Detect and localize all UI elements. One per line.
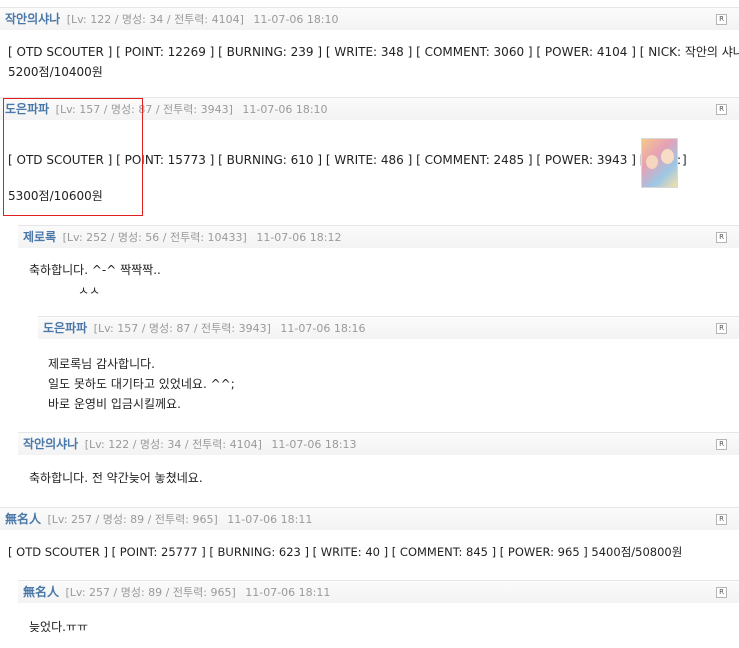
comment-author[interactable]: 제로록 xyxy=(23,230,56,244)
comment-body: 제로록님 감사합니다. 일도 못하도 대기타고 있었네요. ^^; 바로 운영비… xyxy=(48,354,235,414)
comment-line: 5300점/10600원 xyxy=(8,189,103,203)
comment-header: 無名人 [Lv: 257 / 명성: 89 / 전투력: 965] 11-07-… xyxy=(18,580,739,603)
comment-body: [ OTD SCOUTER ] [ POINT: 12269 ] [ BURNI… xyxy=(8,42,739,82)
comment-line: 축하합니다. ^-^ 짝짝짝.. xyxy=(29,263,161,277)
comment-author[interactable]: 도은파파 xyxy=(43,321,87,335)
comment-author[interactable]: 도은파파 xyxy=(5,102,49,116)
comment-date: 11-07-06 18:12 xyxy=(256,231,342,244)
reply-button[interactable]: R xyxy=(716,439,727,450)
comment-author[interactable]: 無名人 xyxy=(5,512,41,526)
author-stats: [Lv: 257 / 명성: 89 / 전투력: 965] xyxy=(47,513,218,526)
comment-line: 5200점/10400원 xyxy=(8,65,103,79)
author-stats: [Lv: 257 / 명성: 89 / 전투력: 965] xyxy=(65,586,236,599)
comment-body: 축하합니다. 전 약간늦어 놓쳤네요. xyxy=(29,468,203,488)
comment-line: 축하합니다. 전 약간늦어 놓쳤네요. xyxy=(29,471,203,485)
avatar-face xyxy=(661,149,674,164)
comment-date: 11-07-06 18:16 xyxy=(280,322,366,335)
avatar-face xyxy=(646,155,658,169)
comment-header: 도은파파 [Lv: 157 / 명성: 87 / 전투력: 3943] 11-0… xyxy=(38,316,739,339)
comment-line: 늦었다.ㅠㅠ xyxy=(29,620,89,634)
comment-header: 제로록 [Lv: 252 / 명성: 56 / 전투력: 10433] 11-0… xyxy=(18,225,739,248)
author-stats: [Lv: 122 / 명성: 34 / 전투력: 4104] xyxy=(66,13,244,26)
comment-date: 11-07-06 18:10 xyxy=(242,103,328,116)
reply-button[interactable]: R xyxy=(716,587,727,598)
comment-line: ㅅㅅ xyxy=(78,284,101,298)
comment-line: [ OTD SCOUTER ] [ POINT: 12269 ] [ BURNI… xyxy=(8,45,739,59)
comment-line: [ OTD SCOUTER ] [ POINT: 15773 ] [ BURNI… xyxy=(8,153,682,167)
comment-body: [ OTD SCOUTER ] [ POINT: 25777 ] [ BURNI… xyxy=(8,542,682,562)
comment-line: 제로록님 감사합니다. xyxy=(48,357,155,371)
comment-body: 축하합니다. ^-^ 짝짝짝.. ㅅㅅ xyxy=(29,260,161,302)
reply-button[interactable]: R xyxy=(716,104,727,115)
comment-header: 無名人 [Lv: 257 / 명성: 89 / 전투력: 965] 11-07-… xyxy=(0,507,739,530)
comment-body: [ OTD SCOUTER ] [ POINT: 15773 ] [ BURNI… xyxy=(8,150,681,170)
comment-author[interactable]: 작안의샤나 xyxy=(5,12,60,26)
comment-header: 작안의샤나 [Lv: 122 / 명성: 34 / 전투력: 4104] 11-… xyxy=(18,432,739,455)
comment-date: 11-07-06 18:11 xyxy=(227,513,313,526)
comment-date: 11-07-06 18:10 xyxy=(253,13,339,26)
reply-button[interactable]: R xyxy=(716,232,727,243)
comment-body: 늦었다.ㅠㅠ xyxy=(29,617,88,637)
comment-line: 바로 운영비 입금시킬께요. xyxy=(48,397,181,411)
reply-button[interactable]: R xyxy=(716,514,727,525)
comment-date: 11-07-06 18:11 xyxy=(245,586,331,599)
author-stats: [Lv: 157 / 명성: 87 / 전투력: 3943] xyxy=(55,103,233,116)
comment-header: 작안의샤나 [Lv: 122 / 명성: 34 / 전투력: 4104] 11-… xyxy=(0,7,739,30)
comment-author[interactable]: 無名人 xyxy=(23,585,59,599)
reply-button[interactable]: R xyxy=(716,14,727,25)
comment-line: 일도 못하도 대기타고 있었네요. ^^; xyxy=(48,377,235,391)
comment-line: [ OTD SCOUTER ] [ POINT: 25777 ] [ BURNI… xyxy=(8,545,683,559)
comment-header: 도은파파 [Lv: 157 / 명성: 87 / 전투력: 3943] 11-0… xyxy=(0,97,739,120)
comment-date: 11-07-06 18:13 xyxy=(271,438,357,451)
comment-body: ] xyxy=(682,150,687,170)
author-stats: [Lv: 252 / 명성: 56 / 전투력: 10433] xyxy=(62,231,247,244)
nick-avatar-image xyxy=(641,138,678,188)
author-stats: [Lv: 157 / 명성: 87 / 전투력: 3943] xyxy=(93,322,271,335)
comment-line: ] xyxy=(682,153,687,167)
comment-author[interactable]: 작안의샤나 xyxy=(23,437,78,451)
author-stats: [Lv: 122 / 명성: 34 / 전투력: 4104] xyxy=(84,438,262,451)
reply-button[interactable]: R xyxy=(716,323,727,334)
comment-body: 5300점/10600원 xyxy=(8,186,103,206)
